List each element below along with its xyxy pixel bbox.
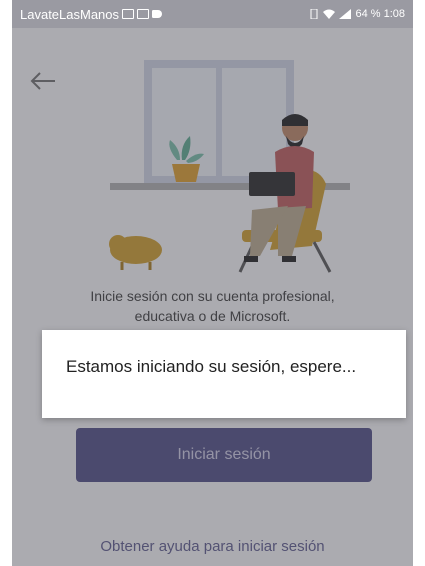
status-app-name: LavateLasManos (20, 6, 120, 22)
status-battery-time: 64 % 1:08 (355, 8, 405, 20)
vibrate-icon (310, 9, 318, 19)
status-bar: LavateLasManos 64 % 1:08 (12, 0, 413, 28)
dialog-message: Estamos iniciando su sesión, espere... (66, 357, 357, 376)
signal-icon (339, 9, 352, 19)
status-left: LavateLasManos (20, 6, 163, 22)
gallery-icon (137, 9, 150, 19)
wifi-icon (323, 9, 336, 19)
dialog-scrim (12, 28, 413, 566)
notification-icon (122, 9, 135, 19)
progress-dialog: Estamos iniciando su sesión, espere... (42, 330, 406, 418)
phone-screen: LavateLasManos 64 % 1:08 Inicie sesión c… (12, 0, 413, 566)
status-right: 64 % 1:08 (309, 8, 405, 20)
twitter-icon (152, 10, 163, 18)
